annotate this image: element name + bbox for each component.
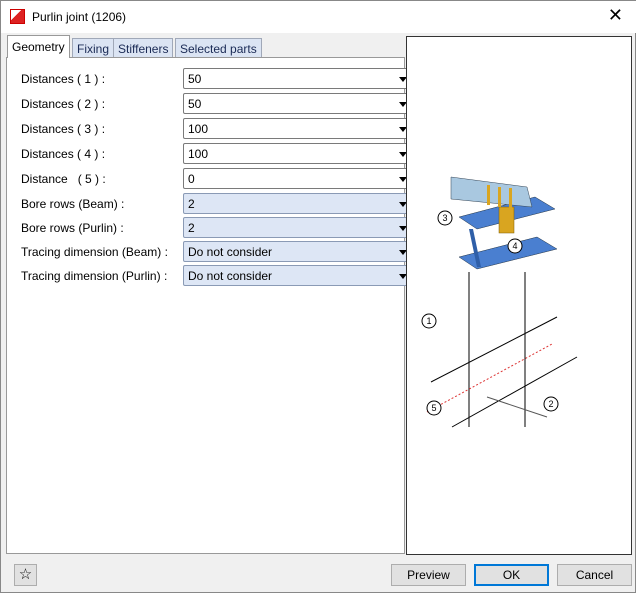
- purlin-joint-diagram: 1 2 3 4 5: [421, 176, 578, 428]
- stiffener: [509, 188, 512, 208]
- combo-value: 100: [188, 122, 209, 136]
- tab-geometry[interactable]: Geometry: [7, 35, 70, 58]
- combo-value: 2: [188, 221, 195, 235]
- distance-4-combo[interactable]: 100: [183, 143, 413, 164]
- field-label: Distance ( 5 ) :: [21, 172, 106, 186]
- combo-value: 100: [188, 147, 209, 161]
- tracing-dimension-beam-select[interactable]: Do not consider: [183, 241, 413, 262]
- purlin-edge: [430, 316, 558, 383]
- field-label: Bore rows (Purlin) :: [21, 221, 124, 235]
- combo-value: 2: [188, 197, 195, 211]
- tab-selected-parts[interactable]: Selected parts: [175, 38, 262, 58]
- star-icon: ☆: [18, 566, 33, 583]
- distance-3-combo[interactable]: 100: [183, 118, 413, 139]
- bore-rows-purlin-select[interactable]: 2: [183, 217, 413, 238]
- dimension-line: [486, 396, 548, 418]
- field-label: Distances ( 1 ) :: [21, 72, 106, 86]
- favorites-star-button[interactable]: ☆: [14, 564, 37, 586]
- field-label: Tracing dimension (Beam) :: [21, 245, 168, 259]
- svg-text:2: 2: [548, 399, 553, 409]
- close-icon[interactable]: ✕: [608, 5, 623, 26]
- svg-text:4: 4: [512, 241, 517, 251]
- distance-2-combo[interactable]: 50: [183, 93, 413, 114]
- ok-button[interactable]: OK: [474, 564, 549, 586]
- window-title: Purlin joint (1206): [32, 10, 127, 24]
- callout-2: 2: [543, 396, 559, 412]
- preview-button[interactable]: Preview: [391, 564, 466, 586]
- svg-text:5: 5: [431, 403, 436, 413]
- distance-5-combo[interactable]: 0: [183, 168, 413, 189]
- combo-value: 50: [188, 97, 202, 111]
- callout-3: 3: [437, 210, 453, 226]
- svg-text:3: 3: [442, 213, 447, 223]
- stiffener-plate: [498, 206, 515, 234]
- tracing-dimension-purlin-select[interactable]: Do not consider: [183, 265, 413, 286]
- app-icon: [10, 9, 25, 24]
- field-label: Distances ( 3 ) :: [21, 122, 106, 136]
- beam: [450, 176, 533, 208]
- combo-value: 0: [188, 172, 195, 186]
- stiffener: [487, 185, 490, 205]
- combo-value: Do not consider: [188, 269, 273, 283]
- cancel-button[interactable]: Cancel: [557, 564, 632, 586]
- stiffener: [498, 187, 501, 207]
- field-label: Distances ( 2 ) :: [21, 97, 106, 111]
- field-label: Distances ( 4 ) :: [21, 147, 106, 161]
- preview-image: 1 2 3 4 5: [406, 36, 632, 555]
- title-bar: Purlin joint (1206) ✕: [1, 1, 636, 33]
- callout-1: 1: [421, 313, 437, 329]
- bore-rows-beam-select[interactable]: 2: [183, 193, 413, 214]
- callout-4: 4: [507, 238, 523, 254]
- svg-text:1: 1: [426, 316, 431, 326]
- geometry-panel: Distances ( 1 ) :50 Distances ( 2 ) :50 …: [6, 57, 413, 554]
- tab-fixing[interactable]: Fixing: [72, 38, 115, 58]
- combo-value: 50: [188, 72, 202, 86]
- distance-1-combo[interactable]: 50: [183, 68, 413, 89]
- callout-5: 5: [426, 400, 442, 416]
- purlin-axis: [426, 343, 553, 413]
- field-label: Tracing dimension (Purlin) :: [21, 269, 168, 283]
- tab-stiffeners[interactable]: Stiffeners: [113, 38, 174, 58]
- combo-value: Do not consider: [188, 245, 273, 259]
- purlin-edge: [451, 356, 578, 428]
- field-label: Bore rows (Beam) :: [21, 197, 125, 211]
